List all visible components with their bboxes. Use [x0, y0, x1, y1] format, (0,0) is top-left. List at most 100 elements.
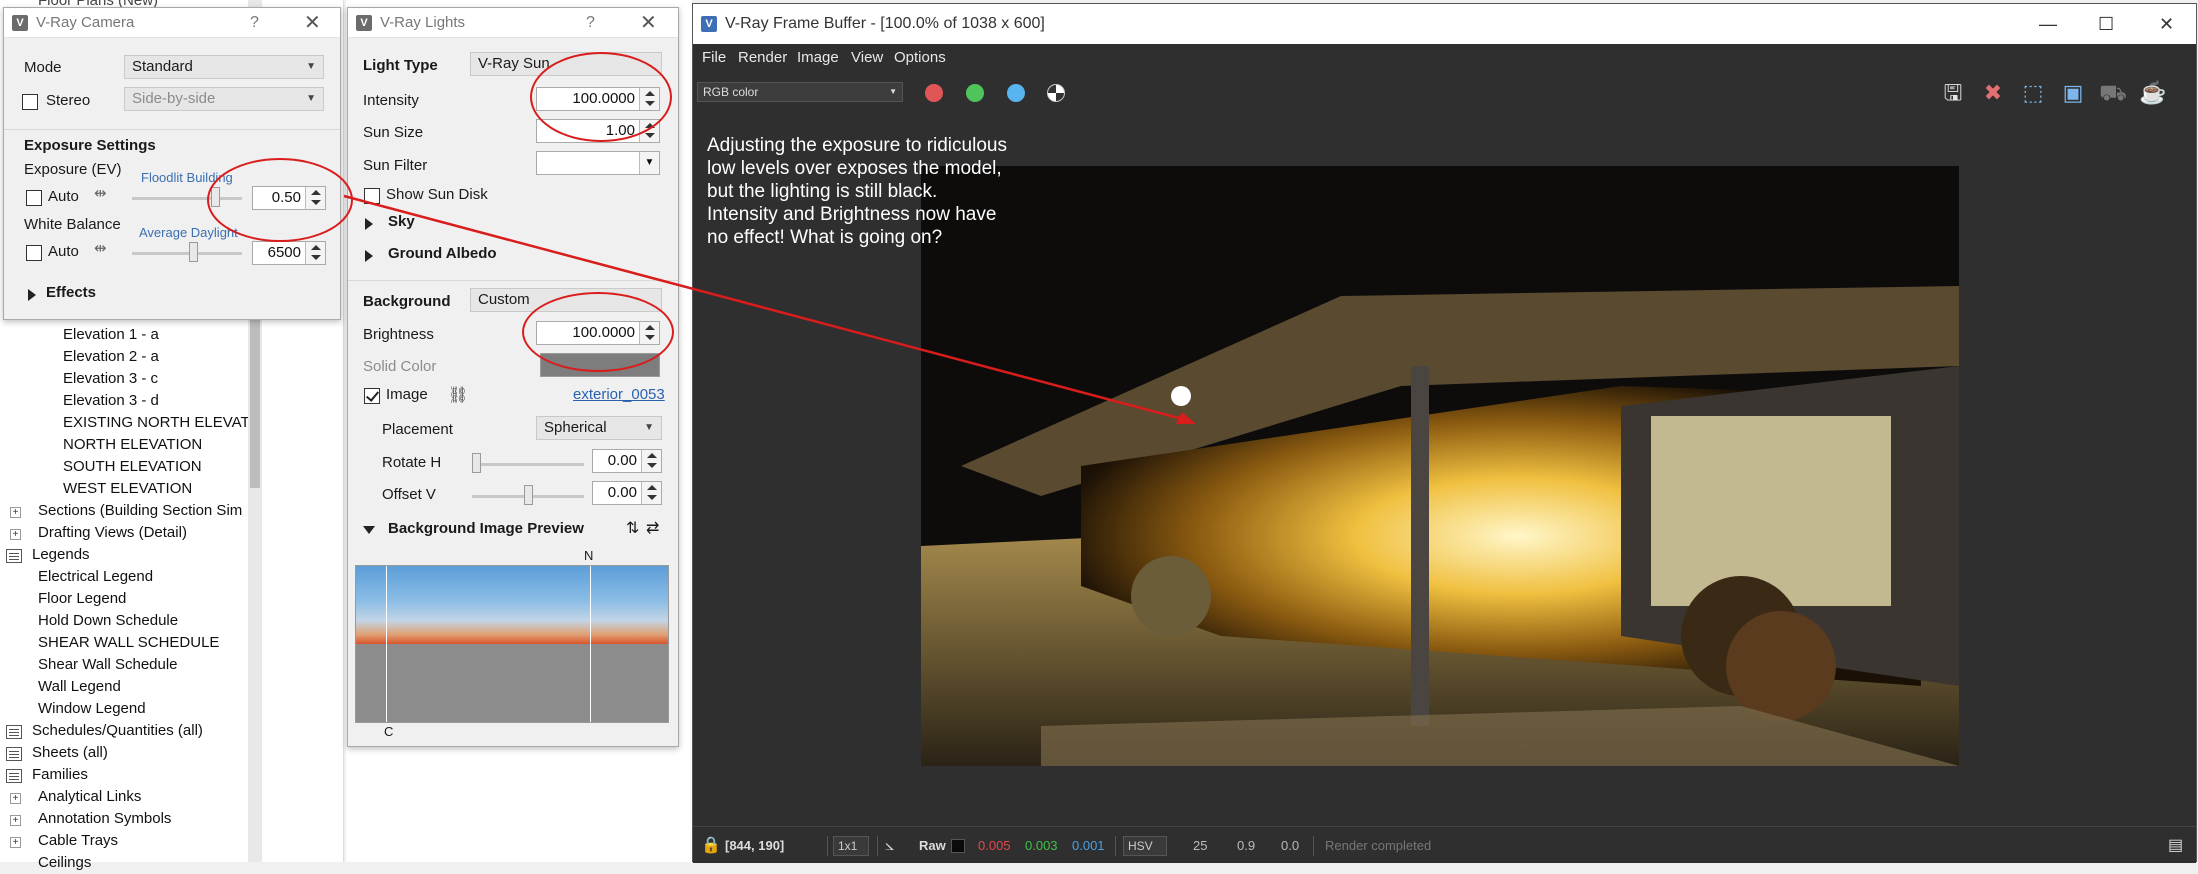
green-channel-toggle[interactable] [966, 84, 984, 102]
legend-item[interactable]: Wall Legend [38, 676, 121, 698]
render-teapot-icon[interactable]: ☕ [2138, 78, 2168, 108]
placement-dropdown[interactable]: Spherical ▼ [536, 416, 662, 440]
family-item[interactable]: Ceilings [38, 852, 91, 874]
menu-options[interactable]: Options [894, 44, 946, 72]
legend-item[interactable]: Shear Wall Schedule [38, 654, 178, 676]
track-mouse-icon[interactable]: ▣ [2058, 78, 2088, 108]
tree-item-elevation[interactable]: Elevation 1 - a [63, 324, 159, 346]
expand-icon[interactable]: + [10, 793, 21, 804]
expand-icon[interactable]: + [10, 837, 21, 848]
expand-icon[interactable]: + [10, 529, 21, 540]
rotate-h-spinner[interactable]: 0.00 [592, 449, 662, 473]
chain-link-icon[interactable]: ⛓ [448, 385, 468, 405]
expand-arrow-icon[interactable] [365, 218, 373, 230]
stereo-checkbox[interactable] [22, 94, 38, 110]
clear-image-icon[interactable]: ✖ [1978, 78, 2008, 108]
legend-item[interactable]: Window Legend [38, 698, 146, 720]
tree-item-elevation[interactable]: SOUTH ELEVATION [63, 456, 202, 478]
zoom-dropdown[interactable]: 1x1 [833, 836, 869, 856]
wb-auto-checkbox[interactable] [26, 245, 42, 261]
tree-item-elevation[interactable]: Elevation 3 - d [63, 390, 159, 412]
curve-icon[interactable]: ⦣ [885, 827, 894, 864]
expand-arrow-icon[interactable] [365, 250, 373, 262]
vfb-title: V-Ray Frame Buffer - [100.0% of 1038 x 6… [725, 15, 1045, 32]
effects-section[interactable]: Effects [46, 284, 96, 301]
menu-image[interactable]: Image [797, 44, 839, 72]
help-icon[interactable]: ? [250, 8, 259, 38]
menu-view[interactable]: View [851, 44, 883, 72]
show-sun-disk-checkbox[interactable] [364, 188, 380, 204]
swap-icon[interactable]: ⇄ [646, 518, 659, 538]
white-balance-spinner[interactable]: 6500 [252, 241, 326, 265]
red-channel-toggle[interactable] [925, 84, 943, 102]
ground-albedo-section[interactable]: Ground Albedo [388, 245, 497, 262]
spin-arrows-icon[interactable] [641, 450, 661, 472]
tree-item-schedules[interactable]: Schedules/Quantities (all) [32, 720, 203, 742]
minimize-icon[interactable]: — [2039, 4, 2057, 44]
stereo-dropdown[interactable]: Side-by-side ▼ [124, 87, 324, 111]
color-mode-dropdown[interactable]: HSV [1123, 836, 1167, 856]
maximize-icon[interactable]: ☐ [2098, 4, 2114, 44]
family-item[interactable]: Analytical Links [38, 786, 141, 808]
tree-item-elevation[interactable]: WEST ELEVATION [63, 478, 192, 500]
background-image-preview[interactable] [355, 565, 669, 723]
offset-v-slider-thumb[interactable] [524, 485, 533, 505]
legend-item[interactable]: Floor Legend [38, 588, 126, 610]
family-item[interactable]: Cable Trays [38, 830, 118, 852]
close-icon[interactable]: ✕ [304, 8, 321, 38]
image-checkbox[interactable] [364, 388, 380, 404]
log-icon[interactable]: ▤ [2168, 827, 2183, 864]
tree-item-legends[interactable]: Legends [32, 544, 90, 566]
alpha-channel-toggle[interactable] [1047, 84, 1065, 102]
scroll-thumb[interactable] [250, 318, 260, 488]
expand-arrow-icon[interactable] [28, 289, 36, 301]
lights-titlebar[interactable]: V V-Ray Lights ? ✕ [348, 8, 678, 38]
camera-titlebar[interactable]: V V-Ray Camera ? ✕ [4, 8, 340, 38]
rotate-h-slider[interactable] [472, 463, 584, 466]
render-image[interactable] [921, 166, 1959, 766]
spin-arrows-icon[interactable] [305, 242, 325, 264]
region-render-icon[interactable]: ⬚ [2018, 78, 2048, 108]
tree-item-drafting-views[interactable]: Drafting Views (Detail) [38, 522, 187, 544]
exposure-auto-checkbox[interactable] [26, 190, 42, 206]
help-icon[interactable]: ? [586, 8, 595, 38]
collapse-arrow-icon[interactable] [363, 526, 375, 534]
expand-icon[interactable]: + [10, 507, 21, 518]
save-image-icon[interactable]: 🖫 [1938, 78, 1968, 108]
white-balance-slider-thumb[interactable] [188, 242, 198, 262]
tree-item-elevation[interactable]: EXISTING NORTH ELEVATIO [63, 412, 266, 434]
chevron-down-icon[interactable]: ▼ [639, 152, 659, 174]
tree-item-elevation[interactable]: Elevation 2 - a [63, 346, 159, 368]
stop-render-icon[interactable]: ⛟ [2098, 78, 2128, 108]
tree-item-elevation[interactable]: Elevation 3 - c [63, 368, 158, 390]
mode-dropdown[interactable]: Standard ▼ [124, 55, 324, 79]
legend-item[interactable]: SHEAR WALL SCHEDULE [38, 632, 219, 654]
image-file-link[interactable]: exterior_0053 [573, 386, 665, 403]
background-image-preview-section[interactable]: Background Image Preview [388, 520, 584, 537]
spin-arrows-icon[interactable] [641, 482, 661, 504]
tree-item-sheets[interactable]: Sheets (all) [32, 742, 108, 764]
link-icon[interactable]: ⇹ [94, 239, 107, 257]
close-icon[interactable]: ✕ [640, 8, 657, 38]
channel-dropdown[interactable]: RGB color ▼ [697, 82, 903, 102]
vfb-titlebar[interactable]: V V-Ray Frame Buffer - [100.0% of 1038 x… [693, 4, 2196, 44]
flip-vertical-icon[interactable]: ⇅ [626, 518, 639, 538]
close-icon[interactable]: ✕ [2159, 4, 2174, 44]
tree-item-elevation[interactable]: NORTH ELEVATION [63, 434, 202, 456]
sun-filter-dropdown[interactable]: ▼ [536, 151, 660, 175]
tree-item-sections[interactable]: Sections (Building Section Sim [38, 500, 242, 522]
blue-channel-toggle[interactable] [1007, 84, 1025, 102]
link-icon[interactable]: ⇹ [94, 184, 107, 202]
expand-icon[interactable]: + [10, 815, 21, 826]
family-item[interactable]: Annotation Symbols [38, 808, 171, 830]
tree-item-families[interactable]: Families [32, 764, 88, 786]
legend-item[interactable]: Electrical Legend [38, 566, 153, 588]
lock-icon[interactable]: 🔒 [701, 827, 721, 864]
rotate-h-slider-thumb[interactable] [472, 453, 481, 473]
offset-v-spinner[interactable]: 0.00 [592, 481, 662, 505]
menu-file[interactable]: File [702, 44, 726, 72]
legend-item[interactable]: Hold Down Schedule [38, 610, 178, 632]
white-balance-slider[interactable] [132, 252, 242, 255]
sky-section[interactable]: Sky [388, 213, 415, 230]
menu-render[interactable]: Render [738, 44, 787, 72]
